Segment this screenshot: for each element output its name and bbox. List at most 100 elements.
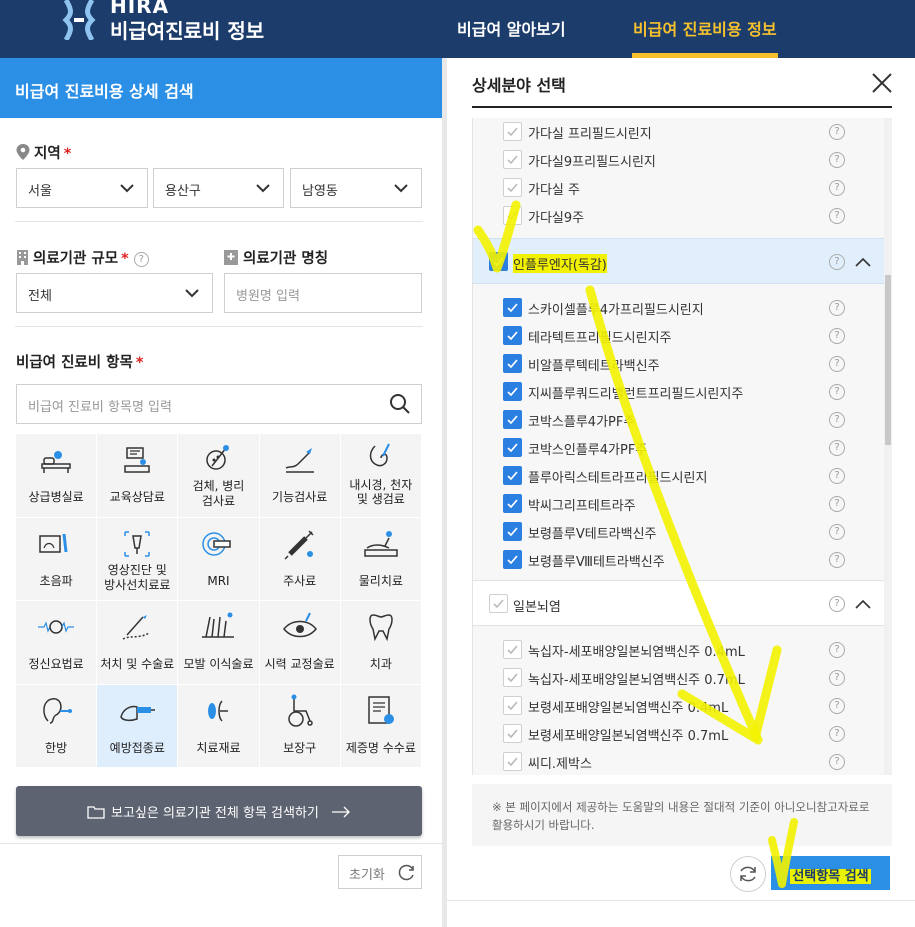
help-icon[interactable]: ? xyxy=(829,440,845,456)
category-dental[interactable]: 치과 xyxy=(340,601,422,685)
item-label: 녹십자-세포배양일본뇌염백신주 0.7mL xyxy=(528,673,745,688)
help-icon[interactable]: ? xyxy=(829,300,845,316)
checkbox[interactable] xyxy=(503,326,522,345)
category-physical-therapy[interactable]: 물리치료 xyxy=(340,517,422,601)
checkbox[interactable] xyxy=(503,410,522,429)
help-icon[interactable]: ? xyxy=(829,180,845,196)
category-label: 물리치료 xyxy=(358,573,403,588)
group-header-japanese-encephalitis[interactable]: 일본뇌염 ? xyxy=(473,580,884,626)
category-injection[interactable]: 주사료 xyxy=(259,517,341,601)
subcategory-list[interactable]: 가다실 프리필드시린지 ? 가다실9프리필드시린지 ? 가다실 주 ? 가다실9… xyxy=(472,118,884,775)
help-icon[interactable]: ? xyxy=(829,596,845,612)
category-vaccination[interactable]: 예방접종료 xyxy=(97,684,179,768)
certificate-icon xyxy=(368,695,394,724)
help-icon[interactable]: ? xyxy=(829,328,845,344)
checkbox[interactable] xyxy=(503,696,522,715)
nav-cost-info[interactable]: 비급여 진료비용 정보 xyxy=(633,16,777,40)
close-icon[interactable] xyxy=(871,72,893,94)
group-checkbox[interactable] xyxy=(489,594,508,613)
help-icon[interactable]: ? xyxy=(829,412,845,428)
checkbox[interactable] xyxy=(503,298,522,317)
help-icon[interactable]: ? xyxy=(829,670,845,686)
scrollbar-thumb[interactable] xyxy=(885,275,891,445)
checkbox[interactable] xyxy=(503,382,522,401)
checkbox[interactable] xyxy=(503,354,522,373)
scrollbar-track[interactable] xyxy=(884,118,892,775)
checkbox[interactable] xyxy=(503,724,522,743)
arrow-right-icon xyxy=(332,806,350,818)
nav-about-noncovered[interactable]: 비급여 알아보기 xyxy=(457,16,566,40)
section-divider xyxy=(15,221,423,222)
wheelchair-icon xyxy=(287,694,313,727)
category-endoscopy[interactable]: 내시경, 천자 및 생검료 xyxy=(340,434,422,518)
help-icon[interactable]: ? xyxy=(829,124,845,140)
checkbox[interactable] xyxy=(503,494,522,513)
help-icon[interactable]: ? xyxy=(829,384,845,400)
checkbox[interactable] xyxy=(503,522,522,541)
hospital-name-input[interactable]: 병원명 입력 xyxy=(224,273,422,313)
item-label: 테라텍트프리필드시린지주 xyxy=(528,331,672,346)
group-checkbox[interactable] xyxy=(489,252,508,271)
help-icon[interactable]: ? xyxy=(133,252,149,267)
city-select[interactable]: 서울 xyxy=(16,168,148,208)
help-icon[interactable]: ? xyxy=(829,552,845,568)
help-icon[interactable]: ? xyxy=(829,152,845,168)
checkbox[interactable] xyxy=(503,438,522,457)
category-certificate-fee[interactable]: 제증명 수수료 xyxy=(340,684,422,768)
search-icon[interactable] xyxy=(389,393,411,415)
category-lab-test[interactable]: 검체, 병리 검사료 xyxy=(178,434,260,518)
reset-button[interactable]: 초기화 xyxy=(338,855,422,889)
checkbox[interactable] xyxy=(503,150,522,169)
dong-select[interactable]: 남영동 xyxy=(290,168,422,208)
category-mri[interactable]: MRI xyxy=(178,517,260,601)
category-counseling[interactable]: 교육상담료 xyxy=(97,434,179,518)
checkbox[interactable] xyxy=(503,752,522,771)
checkbox[interactable] xyxy=(503,550,522,569)
help-icon[interactable]: ? xyxy=(829,524,845,540)
reset-selection-button[interactable] xyxy=(730,856,766,892)
help-icon[interactable]: ? xyxy=(829,254,845,270)
category-premium-room[interactable]: 상급병실료 xyxy=(16,434,98,518)
scale-select[interactable]: 전체 xyxy=(16,273,213,313)
logo-subtitle[interactable]: 비급여진료비 정보 xyxy=(110,15,264,44)
category-hair-transplant[interactable]: 모발 이식술료 xyxy=(178,601,260,685)
category-label: 교육상담료 xyxy=(109,490,165,504)
item-label: 가다실 주 xyxy=(528,183,580,198)
category-surgery[interactable]: 처치 및 수술료 xyxy=(97,601,179,685)
required-mark: * xyxy=(121,251,129,267)
category-materials[interactable]: 치료재료 xyxy=(178,684,260,768)
hospital-name-label-text: 의료기관 명칭 xyxy=(243,251,329,267)
group-header-influenza[interactable]: 인플루엔자(독감) ? xyxy=(473,238,884,284)
checkbox[interactable] xyxy=(503,640,522,659)
help-icon[interactable]: ? xyxy=(829,698,845,714)
checkbox[interactable] xyxy=(503,178,522,197)
category-oriental-medicine[interactable]: 한방 xyxy=(16,684,98,768)
checkbox[interactable] xyxy=(503,206,522,225)
help-icon[interactable]: ? xyxy=(829,642,845,658)
help-icon[interactable]: ? xyxy=(829,208,845,224)
help-icon[interactable]: ? xyxy=(829,496,845,512)
search-all-items-button[interactable]: 보고싶은 의료기관 전체 항목 검색하기 xyxy=(16,786,422,836)
help-icon[interactable]: ? xyxy=(829,468,845,484)
search-selected-button[interactable]: 선택항목 검색 xyxy=(771,856,890,890)
chevron-up-icon[interactable] xyxy=(855,257,871,267)
check-icon xyxy=(507,645,518,655)
category-vision-correction[interactable]: 시력 교정술료 xyxy=(259,601,341,685)
district-select[interactable]: 용산구 xyxy=(153,168,284,208)
check-icon xyxy=(507,555,518,565)
category-ultrasound[interactable]: 초음파 xyxy=(16,517,98,601)
category-function-test[interactable]: 기능검사료 xyxy=(259,434,341,518)
category-psychotherapy[interactable]: 정신요법료 xyxy=(16,601,98,685)
checkbox[interactable] xyxy=(503,466,522,485)
checkbox[interactable] xyxy=(503,122,522,141)
item-search-input[interactable]: 비급여 진료비 항목명 입력 xyxy=(16,384,422,424)
category-assistive-device[interactable]: 보장구 xyxy=(259,684,341,768)
help-icon[interactable]: ? xyxy=(829,726,845,742)
required-mark: * xyxy=(63,146,72,162)
help-icon[interactable]: ? xyxy=(829,356,845,372)
help-icon[interactable]: ? xyxy=(829,754,845,770)
hira-logo-icon[interactable] xyxy=(62,0,96,40)
category-radiology[interactable]: 영상진단 및 방사선치료료 xyxy=(97,517,179,601)
chevron-up-icon[interactable] xyxy=(855,599,871,609)
checkbox[interactable] xyxy=(503,668,522,687)
